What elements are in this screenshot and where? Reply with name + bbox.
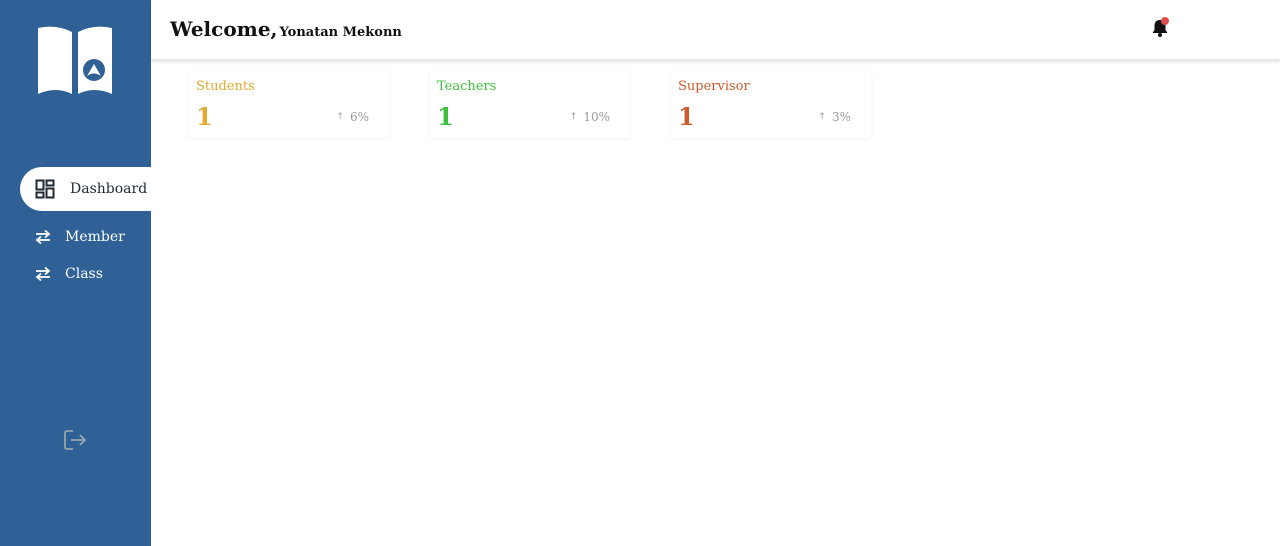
sidebar-item-label: Class bbox=[65, 266, 103, 282]
stat-card-change: ↑ 6% bbox=[336, 110, 369, 124]
stat-card-supervisor: Supervisor 1 ↑ 3% bbox=[671, 70, 871, 138]
stat-card-title: Supervisor bbox=[678, 79, 750, 94]
stat-card-value: 1 bbox=[437, 102, 454, 131]
bell-icon[interactable] bbox=[1150, 16, 1170, 38]
welcome-heading: Welcome, Yonatan Mekonn bbox=[170, 17, 402, 41]
dashboard-grid-icon bbox=[35, 179, 55, 199]
sidebar: Dashboard Member Class bbox=[0, 0, 151, 546]
stat-card-change-value: 6% bbox=[349, 110, 369, 124]
stat-card-teachers: Teachers 1 ↑ 10% bbox=[430, 70, 630, 138]
arrow-up-icon: ↑ bbox=[569, 112, 578, 122]
arrow-up-icon: ↑ bbox=[818, 112, 826, 122]
notification-dot bbox=[1161, 17, 1169, 25]
top-bar: Welcome, Yonatan Mekonn bbox=[151, 0, 1280, 60]
stat-card-change: ↑ 3% bbox=[818, 110, 851, 124]
open-book-logo-icon bbox=[38, 26, 112, 95]
sidebar-item-dashboard[interactable]: Dashboard bbox=[20, 167, 151, 211]
stat-card-change-value: 3% bbox=[831, 110, 851, 124]
sidebar-item-label: Member bbox=[65, 229, 125, 245]
stat-card-value: 1 bbox=[196, 102, 213, 131]
sidebar-item-class[interactable]: Class bbox=[20, 252, 151, 296]
swap-arrows-icon bbox=[33, 264, 53, 284]
stat-card-title: Students bbox=[196, 79, 255, 94]
stat-card-students: Students 1 ↑ 6% bbox=[189, 70, 389, 138]
swap-arrows-icon bbox=[33, 227, 53, 247]
arrow-up-icon: ↑ bbox=[336, 112, 344, 122]
logout-icon[interactable] bbox=[62, 428, 88, 452]
stat-card-value: 1 bbox=[678, 102, 695, 131]
stat-card-change: ↑ 10% bbox=[570, 110, 610, 124]
user-name: Yonatan Mekonn bbox=[279, 25, 402, 40]
stat-card-title: Teachers bbox=[437, 79, 497, 94]
welcome-text: Welcome, bbox=[170, 17, 278, 41]
sidebar-item-label: Dashboard bbox=[70, 181, 148, 197]
stat-card-change-value: 10% bbox=[583, 110, 610, 124]
